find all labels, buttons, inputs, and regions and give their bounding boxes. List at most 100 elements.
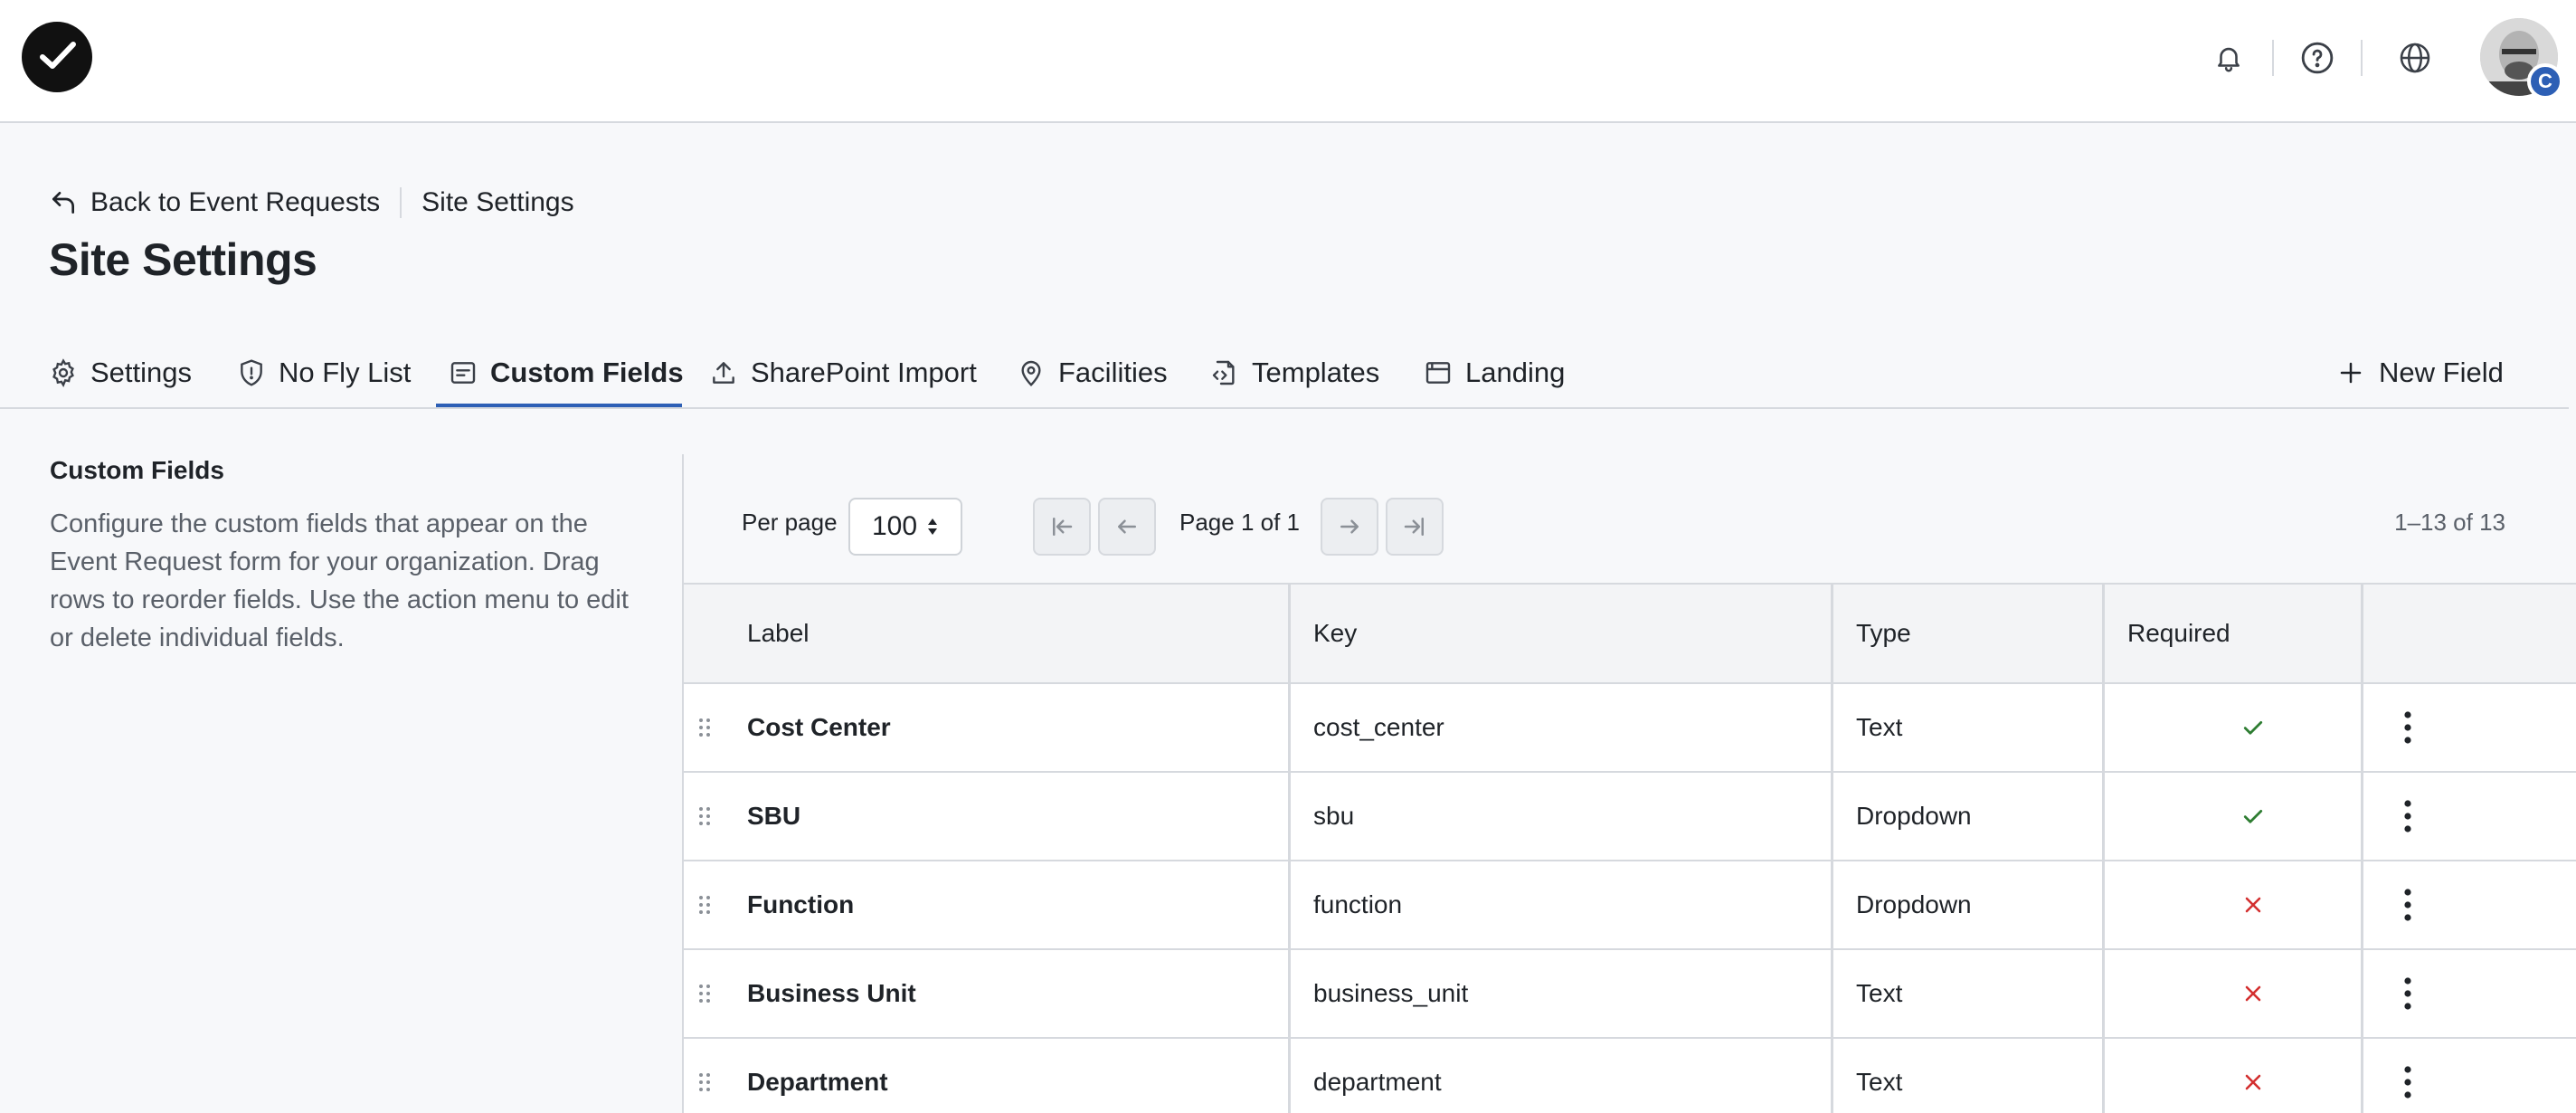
table-row[interactable]: Department department Text [684,1039,2576,1113]
table-row[interactable]: Cost Center cost_center Text [684,684,2576,773]
tab-label: SharePoint Import [751,357,977,388]
field-label: Cost Center [747,713,891,741]
last-page-icon [1404,518,1424,536]
row-actions-kebab-icon[interactable] [2402,1039,2413,1113]
not-required-x-icon [2126,1039,2381,1113]
table-row[interactable]: SBU sbu Dropdown [684,773,2576,861]
field-label: Business Unit [747,979,916,1007]
required-check-icon [2126,773,2381,860]
column-divider [2102,1039,2105,1113]
tab-custom-fields[interactable]: Custom Fields [449,337,684,409]
drag-handle-icon[interactable] [696,950,713,1037]
column-divider [1831,1039,1833,1113]
column-divider [2361,950,2363,1037]
column-divider [1831,773,1833,860]
field-type: Text [1856,713,1903,741]
row-actions-kebab-icon[interactable] [2402,773,2413,860]
column-divider [2102,773,2105,860]
column-divider [1288,773,1291,860]
drag-handle-icon[interactable] [696,1039,713,1113]
next-page-button[interactable] [1321,498,1378,556]
previous-page-button[interactable] [1098,498,1156,556]
back-link[interactable]: Back to Event Requests [49,187,380,218]
tab-label: Custom Fields [490,357,684,388]
location-pin-icon [1021,360,1041,387]
column-divider [1831,684,1833,771]
field-type: Text [1856,1068,1903,1096]
arrow-left-icon [1118,519,1136,534]
row-actions-kebab-icon[interactable] [2402,950,2413,1037]
page-indicator: Page 1 of 1 [1179,509,1300,536]
field-label: Department [747,1068,888,1096]
tab-settings[interactable]: Settings [49,337,192,409]
column-header-type[interactable]: Type [1856,585,1911,682]
last-page-button[interactable] [1386,498,1444,556]
column-divider [2361,773,2363,860]
breadcrumb-divider [400,187,402,218]
column-divider [2361,861,2363,948]
per-page-value: 100 [871,511,918,541]
field-type: Text [1856,979,1903,1007]
drag-handle-icon[interactable] [696,684,713,771]
field-type: Dropdown [1856,802,1972,830]
check-logo-icon[interactable] [22,22,92,92]
column-divider [1288,684,1291,771]
tab-label: Facilities [1058,357,1168,388]
column-divider [1288,950,1291,1037]
field-key: function [1313,890,1403,918]
browser-window-icon [1425,362,1451,384]
avatar[interactable]: C [2480,18,2563,100]
tab-landing[interactable]: Landing [1424,337,1565,409]
tab-bar: Settings No Fly List Custom Fields Share… [0,337,2569,409]
shield-icon [241,359,262,386]
table-body: Cost Center cost_center Text SBU sbu Dropdown… [684,684,2576,1113]
required-check-icon [2126,684,2381,771]
page-title: Site Settings [49,234,317,285]
column-header-label[interactable]: Label [747,585,810,682]
column-divider [2361,585,2363,682]
column-divider [1831,950,1833,1037]
drag-handle-icon[interactable] [696,773,713,860]
per-page-label: Per page [742,509,838,536]
column-divider [1288,861,1291,948]
upload-icon [713,362,734,384]
column-divider [2102,585,2105,682]
column-divider [1288,1039,1291,1113]
tab-templates[interactable]: Templates [1210,337,1379,409]
tab-label: Settings [90,357,193,388]
globe-icon[interactable] [2393,36,2437,80]
column-header-key[interactable]: Key [1313,585,1357,682]
column-header-required[interactable]: Required [2127,585,2382,682]
drag-handle-icon[interactable] [696,861,713,948]
row-actions-kebab-icon[interactable] [2402,861,2413,948]
first-page-button[interactable] [1033,498,1091,556]
new-field-button[interactable]: New Field [2337,337,2504,409]
tab-sharepoint-import[interactable]: SharePoint Import [709,337,977,409]
row-actions-kebab-icon[interactable] [2402,684,2413,771]
active-tab-indicator [436,404,682,407]
table-row[interactable]: Function function Dropdown [684,861,2576,950]
code-file-icon [1212,360,1235,385]
help-icon[interactable] [2296,36,2339,80]
not-required-x-icon [2126,950,2381,1037]
sort-arrows-icon [928,518,938,535]
back-arrow-icon [52,192,74,214]
plus-icon [2340,362,2362,384]
bell-icon[interactable] [2207,36,2250,80]
column-divider [2361,684,2363,771]
tab-no-fly-list[interactable]: No Fly List [237,337,411,409]
field-label: SBU [747,802,801,830]
tab-facilities[interactable]: Facilities [1017,337,1168,409]
breadcrumb: Back to Event Requests Site Settings [49,185,574,221]
per-page-select[interactable]: 100 [848,498,962,556]
column-divider [2102,861,2105,948]
first-page-icon [1053,518,1073,536]
field-key: cost_center [1313,713,1444,741]
top-bar: C [0,0,2576,123]
field-type: Dropdown [1856,890,1972,918]
pagination-bar: Per page 100 Page 1 of 1 1–13 of 13 [684,489,2576,561]
table-row[interactable]: Business Unit business_unit Text [684,950,2576,1039]
new-field-label: New Field [2379,357,2504,388]
field-key: business_unit [1313,979,1469,1007]
form-icon [450,362,476,384]
